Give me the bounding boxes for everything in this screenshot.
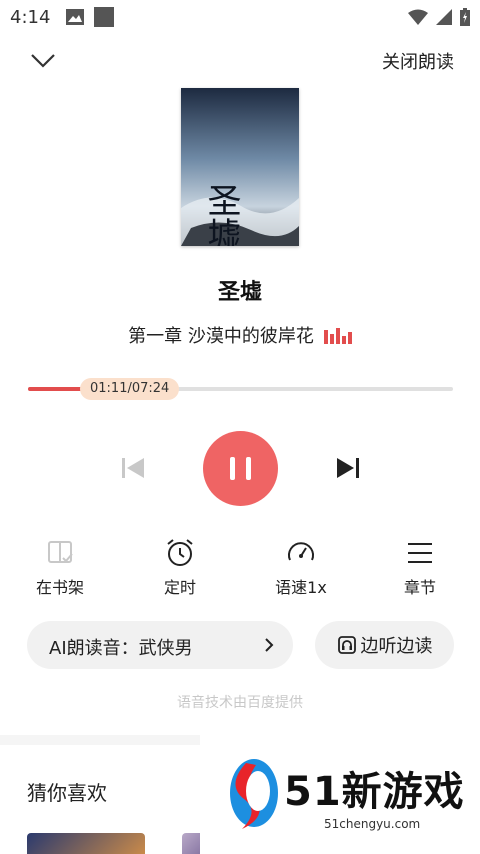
bookshelf-icon — [48, 541, 73, 563]
pause-icon — [230, 457, 251, 480]
recommend-title: 猜你喜欢 — [27, 781, 107, 805]
watermark-domain: 51chengyu.com — [324, 817, 421, 831]
status-bar: 4:14 — [0, 0, 480, 34]
cell-signal-icon — [436, 9, 452, 25]
top-bar: 关闭朗读 — [0, 40, 480, 80]
cover-title: 圣墟 — [201, 183, 241, 246]
audio-playing-icon — [323, 328, 352, 344]
watermark-logo-icon — [230, 759, 278, 829]
chapters-button[interactable]: 章节 — [375, 538, 465, 598]
next-chapter-button[interactable] — [333, 456, 361, 480]
chevron-down-icon — [31, 54, 55, 68]
speedometer-icon — [288, 542, 314, 561]
watermark-text: 51新游戏 — [284, 769, 465, 815]
watermark-logo: 51新游戏 51chengyu.com — [200, 735, 480, 854]
progress-time-badge[interactable]: 01:11/07:24 — [80, 378, 180, 400]
book-cover: 圣墟 — [181, 88, 299, 246]
speed-label: 语速1x — [275, 578, 327, 597]
chapters-label: 章节 — [403, 578, 436, 597]
bookshelf-button[interactable]: 在书架 — [15, 538, 105, 598]
previous-chapter-button[interactable] — [120, 456, 148, 480]
listen-while-reading-button[interactable]: 边听边读 — [315, 621, 454, 669]
pause-button[interactable] — [203, 431, 278, 506]
ai-voice-selector[interactable]: AI朗读音：武侠男 — [27, 621, 293, 669]
status-right-icons — [408, 8, 470, 26]
listen-while-reading-label: 边听边读 — [360, 636, 433, 657]
recommend-book-thumbnail[interactable] — [27, 833, 145, 854]
playback-controls — [0, 428, 480, 508]
alarm-clock-icon — [167, 539, 193, 566]
tts-credit: 语音技术由百度提供 — [177, 695, 303, 711]
image-icon — [66, 9, 85, 25]
headphones-icon — [337, 636, 356, 654]
close-reading-button[interactable]: 关闭朗读 — [382, 48, 454, 74]
chapter-title: 第一章 沙漠中的彼岸花 — [128, 326, 314, 347]
skip-next-icon — [337, 458, 359, 478]
speed-button[interactable]: 语速1x — [256, 538, 346, 598]
status-time: 4:14 — [10, 6, 51, 28]
battery-icon — [460, 8, 470, 26]
menu-lines-icon — [408, 543, 432, 563]
collapse-button[interactable] — [28, 46, 58, 74]
bookshelf-label: 在书架 — [35, 578, 84, 597]
book-title: 圣墟 — [217, 280, 262, 305]
square-notification-icon — [94, 7, 115, 27]
timer-button[interactable]: 定时 — [135, 538, 225, 598]
timer-label: 定时 — [163, 578, 196, 597]
chapter-line: 第一章 沙漠中的彼岸花 — [0, 322, 480, 348]
function-row: 在书架 定时 语速1x 章节 — [0, 538, 480, 598]
skip-previous-icon — [122, 458, 144, 478]
chevron-right-icon — [265, 638, 274, 652]
ai-voice-label: AI朗读音：武侠男 — [49, 638, 193, 659]
wifi-icon — [408, 9, 428, 25]
